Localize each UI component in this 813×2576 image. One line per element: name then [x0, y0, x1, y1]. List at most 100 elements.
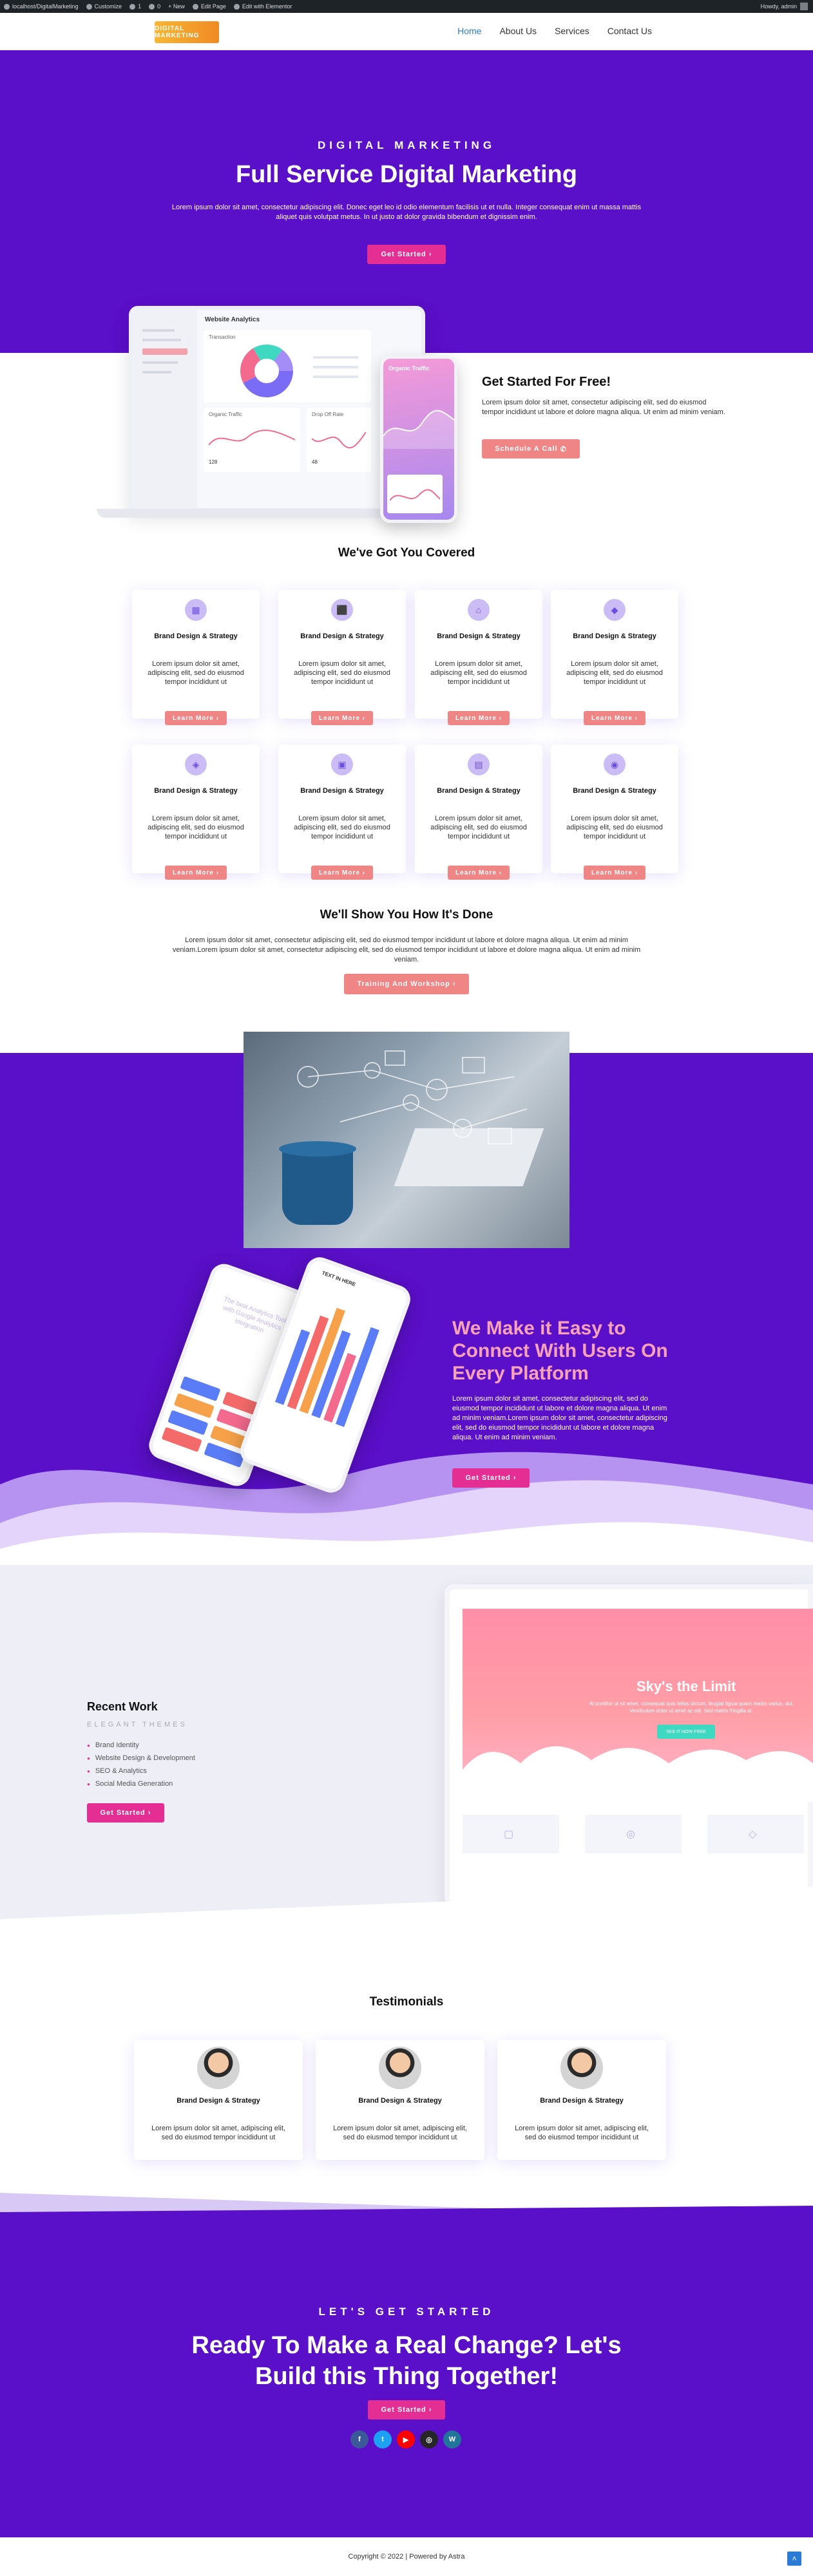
- organic-stat: 128: [209, 459, 218, 465]
- admin-elementor-label: Edit with Elementor: [242, 3, 292, 10]
- service-title: Brand Design & Strategy: [154, 632, 238, 640]
- admin-account[interactable]: Howdy, admin: [761, 0, 808, 13]
- admin-new-link[interactable]: + New: [168, 3, 185, 10]
- drop-line-chart: [312, 431, 366, 449]
- nav-about[interactable]: About Us: [499, 26, 537, 36]
- testimonials-title: Testimonials: [369, 1995, 444, 2009]
- learn-more-button[interactable]: Learn More ›: [448, 711, 510, 725]
- recent-list-item: ● SEO & Analytics: [87, 1765, 195, 1777]
- admin-edit-page-label: Edit Page: [200, 3, 226, 10]
- service-text: Lorem ipsum dolor sit amet, adipiscing e…: [430, 660, 527, 686]
- lock-icon: ⬛: [331, 599, 353, 621]
- learn-more-label: Learn More: [455, 714, 497, 722]
- wordpress-icon[interactable]: W: [443, 2430, 461, 2448]
- drop-off-panel: Drop Off Rate 48: [307, 408, 371, 472]
- learn-more-button[interactable]: Learn More ›: [311, 711, 373, 725]
- screen-title: Sky's the Limit: [636, 1678, 736, 1694]
- recent-title: Recent Work: [87, 1700, 158, 1713]
- service-card: ▦ Brand Design & Strategy Lorem ipsum dolo…: [132, 590, 260, 725]
- site-logo[interactable]: DIGITAL MARKETING: [155, 21, 219, 43]
- avatar: [197, 2047, 240, 2089]
- testimonial-title: Brand Design & Strategy: [177, 2097, 260, 2105]
- learn-more-button[interactable]: Learn More ›: [584, 866, 646, 880]
- learn-more-button[interactable]: Learn More ›: [584, 711, 646, 725]
- learn-more-button[interactable]: Learn More ›: [165, 866, 227, 880]
- organic-label: Organic Traffic: [209, 412, 242, 417]
- testimonial-title: Brand Design & Strategy: [540, 2097, 624, 2105]
- service-card: ◆ Brand Design & Strategy Lorem ipsum dolo…: [551, 590, 678, 725]
- service-title: Brand Design & Strategy: [437, 787, 521, 795]
- cta-button-label: Get Started: [381, 2406, 426, 2414]
- nav-services[interactable]: Services: [555, 26, 589, 36]
- training-workshop-button[interactable]: Training And Workshop ›: [344, 974, 469, 994]
- learn-more-label: Learn More: [172, 714, 214, 722]
- home-icon: ⌂: [468, 599, 490, 621]
- feature-icon: ◇: [749, 1829, 757, 1840]
- phone-area-chart: [383, 410, 454, 449]
- avatar: [800, 3, 808, 10]
- sidebar-item: [142, 339, 181, 341]
- sidebar-item: [142, 371, 171, 374]
- admin-bar: localhost/DigitalMarketing Customize 1 0…: [0, 0, 813, 13]
- recent-get-started-button[interactable]: Get Started ›: [87, 1803, 164, 1823]
- show-text: Lorem ipsum dolor sit amet, consectetur …: [172, 936, 641, 963]
- scroll-to-top-button[interactable]: ˄: [787, 2552, 801, 2566]
- service-card: ▣ Brand Design & Strategy Lorem ipsum dolo…: [278, 744, 406, 880]
- pencil-icon: [192, 3, 198, 10]
- schedule-call-button[interactable]: Schedule A Call ✆: [482, 439, 580, 459]
- recent-item-label: Brand Identity: [95, 1741, 139, 1749]
- learn-more-button[interactable]: Learn More ›: [448, 866, 510, 880]
- admin-customize-label: Customize: [94, 3, 122, 10]
- chevron-up-icon: ˄: [792, 2554, 797, 2563]
- screen-feature-card: ▢: [463, 1815, 559, 1853]
- recent-subtitle: ELEGANT THEMES: [87, 1721, 187, 1728]
- admin-updates-link[interactable]: 0: [149, 3, 160, 10]
- briefcase-icon: ▤: [468, 753, 490, 775]
- learn-more-label: Learn More: [455, 869, 497, 876]
- facebook-icon[interactable]: f: [350, 2430, 368, 2448]
- service-text: Lorem ipsum dolor sit amet, adipiscing e…: [430, 815, 527, 840]
- recent-item-label: Website Design & Development: [95, 1754, 195, 1762]
- phone-mockup: Organic Traffic: [380, 355, 457, 523]
- legend-line: [313, 366, 358, 368]
- admin-site-link[interactable]: localhost/DigitalMarketing: [4, 3, 79, 10]
- testimonial-title: Brand Design & Strategy: [358, 2097, 442, 2105]
- sidebar-item: [142, 329, 175, 332]
- connect-get-started-button[interactable]: Get Started ›: [452, 1468, 530, 1488]
- learn-more-button[interactable]: Learn More ›: [165, 711, 227, 725]
- organic-line-chart: [209, 430, 295, 446]
- free-title: Get Started For Free!: [482, 375, 611, 389]
- training-button-label: Training And Workshop: [357, 980, 450, 988]
- service-text: Lorem ipsum dolor sit amet, adipiscing e…: [148, 660, 244, 686]
- car-icon: ▣: [331, 753, 353, 775]
- phone-icon: ✆: [560, 445, 567, 453]
- admin-elementor-link[interactable]: Edit with Elementor: [233, 3, 292, 10]
- admin-edit-page-link[interactable]: Edit Page: [192, 3, 226, 10]
- cta-get-started-button[interactable]: Get Started ›: [368, 2400, 445, 2420]
- testimonial-text: Lorem ipsum dolor sit amet, adipiscing e…: [151, 2125, 285, 2141]
- schedule-button-label: Schedule A Call: [495, 445, 558, 453]
- twitter-icon[interactable]: t: [374, 2430, 392, 2448]
- screen-text: At porttitor ut sit amet, consequat quis…: [589, 1701, 794, 1714]
- admin-customize-link[interactable]: Customize: [86, 3, 122, 10]
- covered-title: We've Got You Covered: [338, 546, 475, 560]
- service-title: Brand Design & Strategy: [154, 787, 238, 795]
- recent-work-section: Recent Work ELEGANT THEMES ● Brand Identi…: [0, 1565, 813, 1951]
- recent-list-item: ● Brand Identity: [87, 1739, 195, 1752]
- instagram-icon[interactable]: ◎: [420, 2430, 438, 2448]
- hero-text: Lorem ipsum dolor sit amet, consectetur …: [171, 204, 642, 221]
- sidebar-active-item: [142, 348, 187, 355]
- youtube-icon[interactable]: ▶: [397, 2430, 415, 2448]
- nav-contact[interactable]: Contact Us: [607, 26, 652, 36]
- service-text: Lorem ipsum dolor sit amet, adipiscing e…: [294, 660, 390, 686]
- admin-comments-link[interactable]: 1: [129, 3, 141, 10]
- wave-decoration: [0, 1452, 813, 1565]
- learn-more-button[interactable]: Learn More ›: [311, 866, 373, 880]
- feature-icon: ◎: [626, 1829, 635, 1840]
- service-title: Brand Design & Strategy: [300, 787, 384, 795]
- site-header: DIGITAL MARKETING Home About Us Services…: [0, 13, 813, 50]
- hero-get-started-button[interactable]: Get Started ›: [367, 245, 446, 264]
- learn-more-label: Learn More: [591, 714, 633, 722]
- service-title: Brand Design & Strategy: [300, 632, 384, 640]
- nav-home[interactable]: Home: [457, 26, 481, 36]
